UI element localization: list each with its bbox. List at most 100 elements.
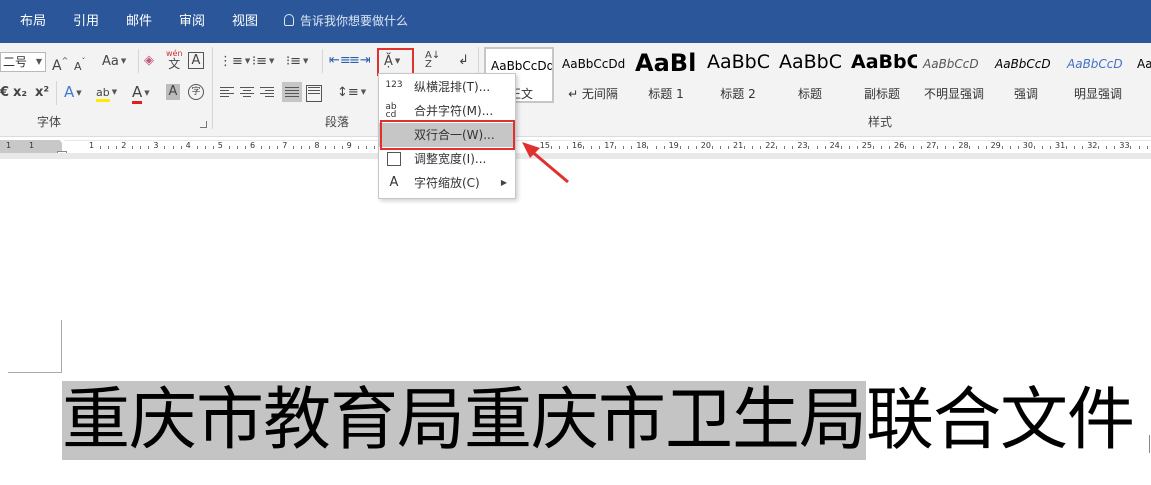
tab-layout[interactable]: 布局 [20, 0, 46, 43]
decrease-indent-button[interactable]: ⇤≡ [329, 53, 351, 69]
tab-view[interactable]: 视图 [232, 0, 258, 43]
ruler-tick [880, 146, 882, 149]
menu-item-character-scaling[interactable]: A 字符缩放(C) ▶ [379, 171, 515, 195]
ruler-tick [711, 146, 713, 149]
enclose-char-button[interactable]: 字 [188, 84, 204, 100]
selected-text[interactable]: 重庆市教育局重庆市卫生局 [62, 381, 867, 460]
numbering-button[interactable]: ⁝≡ ▼ [252, 53, 274, 70]
increase-indent-button[interactable]: ≡⇥ [349, 53, 371, 69]
ruler-tick [244, 146, 246, 149]
combine-characters-icon: ab cd [385, 102, 397, 120]
line-spacing-button[interactable]: ↕≡ ▼ [337, 84, 366, 101]
strikethrough-partial-icon[interactable]: € [0, 85, 9, 101]
chevron-down-icon: ▼ [76, 89, 82, 97]
ruler-tick [695, 146, 697, 149]
ruler-tick [591, 146, 593, 149]
align-center-icon[interactable] [240, 87, 254, 99]
font-size-combo[interactable]: 二号 ▼ [0, 52, 46, 72]
ruler-tick [236, 146, 238, 149]
two-lines-in-one-highlight-box [380, 120, 515, 150]
highlight-color-button[interactable]: ab ▼ [96, 84, 117, 102]
bullets-button[interactable]: ⋮≡ ▼ [219, 53, 250, 70]
ruler-tick [953, 146, 955, 149]
align-right-icon[interactable] [260, 87, 274, 99]
ruler-tick [784, 146, 786, 149]
subscript-button[interactable]: x₂ [13, 85, 27, 101]
menu-item-fit-text[interactable]: 调整宽度(I)... [379, 147, 515, 171]
font-color-button[interactable]: A ▼ [132, 83, 150, 104]
superscript-button[interactable]: x² [35, 85, 49, 101]
tab-mailings[interactable]: 邮件 [126, 0, 152, 43]
style-subtitle[interactable]: AaBbC 副标题 [847, 47, 917, 103]
ruler-tick [212, 146, 214, 149]
show-marks-button[interactable]: ↲ [458, 53, 469, 69]
align-left-icon[interactable] [220, 87, 234, 99]
ribbon-tab-bar: 布局 引用 邮件 审阅 视图 告诉我你想要做什么 [0, 0, 1151, 43]
style-heading-1[interactable]: AaBl 标题 1 [631, 47, 701, 103]
ruler-tick [1138, 146, 1140, 149]
text-effects-icon: A [64, 83, 75, 101]
grow-font-button[interactable]: A^ [52, 53, 68, 74]
style-preview: AaBbCcDd [491, 59, 554, 73]
shrink-font-button[interactable]: Aˇ [74, 54, 86, 75]
ruler-number: 27 [926, 141, 937, 150]
style-name: ↵ 无间隔 [568, 87, 618, 101]
font-group-label: 字体 [37, 115, 62, 129]
tab-review[interactable]: 审阅 [179, 0, 205, 43]
ruler-tick [1049, 146, 1051, 149]
ruler-tick [1074, 146, 1076, 149]
char-shading-button[interactable]: A [166, 84, 180, 100]
style-emphasis[interactable]: AaBbCcD 强调 [991, 47, 1061, 103]
divider [56, 81, 57, 105]
distributed-icon[interactable] [306, 85, 322, 102]
ruler-tick [196, 146, 198, 149]
ruler-tick [687, 146, 689, 149]
first-line-indent-marker[interactable] [57, 137, 67, 143]
increase-indent-icon: ≡⇥ [349, 53, 371, 68]
ruler-number: 8 [314, 141, 320, 150]
ruler-tick [913, 146, 915, 149]
clear-format-button[interactable]: ◈ [144, 53, 154, 69]
style-no-spacing[interactable]: AaBbCcDd ↵ 无间隔 [558, 47, 628, 103]
ruler-tick [140, 146, 142, 149]
style-subtle-emphasis[interactable]: AaBbCcD 不明显强调 [919, 47, 989, 103]
superscript-icon: x² [35, 85, 50, 100]
unselected-text[interactable]: 联合文件 [866, 381, 1135, 460]
ruler-tick [204, 146, 206, 149]
ruler-number: 18 [636, 141, 647, 150]
ruler-tick [655, 146, 657, 149]
ruler-tick [365, 146, 367, 149]
change-case-button[interactable]: Aa ▼ [102, 53, 126, 70]
tab-references[interactable]: 引用 [73, 0, 99, 43]
ruler-tick [727, 146, 729, 149]
tell-me-box[interactable]: 告诉我你想要做什么 [284, 0, 408, 43]
chevron-down-icon: ▼ [244, 57, 251, 65]
document-paragraph[interactable]: 重庆市教育局重庆市卫生局联合文件 [62, 372, 1135, 470]
ruler-tick [888, 146, 890, 149]
justify-button[interactable] [282, 82, 302, 102]
ruler-tick [623, 146, 625, 149]
font-dialog-launcher-icon[interactable] [200, 121, 207, 128]
ruler-tick [945, 146, 947, 149]
asian-layout-highlight-box [377, 48, 414, 76]
ruler-bottom-band [0, 153, 1151, 159]
style-preview: AaBbCcD [995, 57, 1051, 71]
style-preview: AaBbCcD [1067, 57, 1123, 71]
ruler-tick [969, 146, 971, 149]
grow-font-icon: A [52, 58, 62, 74]
style-intense-emphasis[interactable]: AaBbCcD 明显强调 [1063, 47, 1133, 103]
style-heading-2[interactable]: AaBbC 标题 2 [703, 47, 773, 103]
ruler-number: 16 [572, 141, 583, 150]
ruler-tick [341, 146, 343, 149]
phonetic-guide-button[interactable]: wén 文 [166, 49, 183, 70]
text-effects-button[interactable]: A ▼ [64, 84, 82, 101]
char-border-button[interactable]: A [188, 52, 204, 69]
ruler-number: 2 [121, 141, 127, 150]
style-title[interactable]: AaBbC 标题 [775, 47, 845, 103]
style-more[interactable]: Aa [1135, 47, 1151, 103]
sort-button[interactable]: A↓ Z [425, 51, 440, 70]
font-color-icon: A [132, 83, 143, 104]
menu-item-combine-vertical[interactable]: 123 纵横混排(T)... [379, 75, 515, 99]
multilevel-list-button[interactable]: ⁝≡ ▼ [286, 53, 308, 70]
ruler-number: 32 [1087, 141, 1098, 150]
